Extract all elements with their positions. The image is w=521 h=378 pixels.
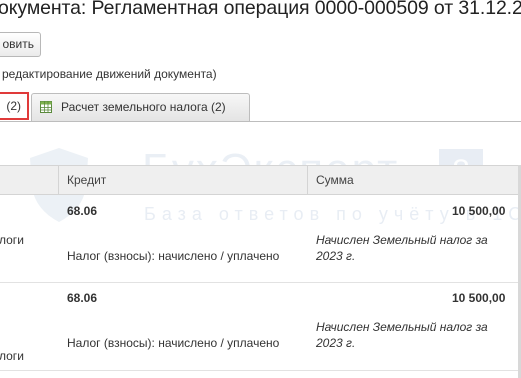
row2-content: Начислен Земельный налог за 2023 г. xyxy=(316,320,488,350)
tab-active[interactable]: (2) xyxy=(0,92,29,120)
row2-left-fragment: логи xyxy=(0,349,24,363)
row-separator xyxy=(0,282,521,283)
row1-amount: 10 500,00 xyxy=(452,204,506,218)
edit-movements-notice: редактирование движений документа) xyxy=(2,67,217,81)
row-separator xyxy=(0,370,521,371)
column-divider xyxy=(307,166,308,194)
row1-credit-subconto: Налог (взносы): начислено / уплачено xyxy=(67,249,280,263)
tab-land-tax-label: Расчет земельного налога (2) xyxy=(61,100,226,114)
column-header-credit[interactable]: Кредит xyxy=(67,173,106,187)
window-title: окумента: Регламентная операция 0000-000… xyxy=(0,0,521,19)
tab-active-label: (2) xyxy=(6,99,21,113)
tab-land-tax-calculation[interactable]: Расчет земельного налога (2) xyxy=(31,93,250,121)
row2-credit-subconto: Налог (взносы): начислено / уплачено xyxy=(67,336,280,350)
table-icon xyxy=(40,101,52,113)
column-divider xyxy=(58,166,59,194)
row2-amount: 10 500,00 xyxy=(452,291,506,305)
row2-credit-account: 68.06 xyxy=(67,291,98,305)
grid-header: Кредит Сумма xyxy=(0,165,521,195)
move-button[interactable]: овить xyxy=(0,32,41,57)
tabs-divider xyxy=(0,121,521,122)
row1-left-fragment: логи xyxy=(0,233,24,247)
row1-credit-account: 68.06 xyxy=(67,204,98,218)
column-header-amount[interactable]: Сумма xyxy=(316,173,354,187)
row1-content: Начислен Земельный налог за 2023 г. xyxy=(316,233,488,263)
